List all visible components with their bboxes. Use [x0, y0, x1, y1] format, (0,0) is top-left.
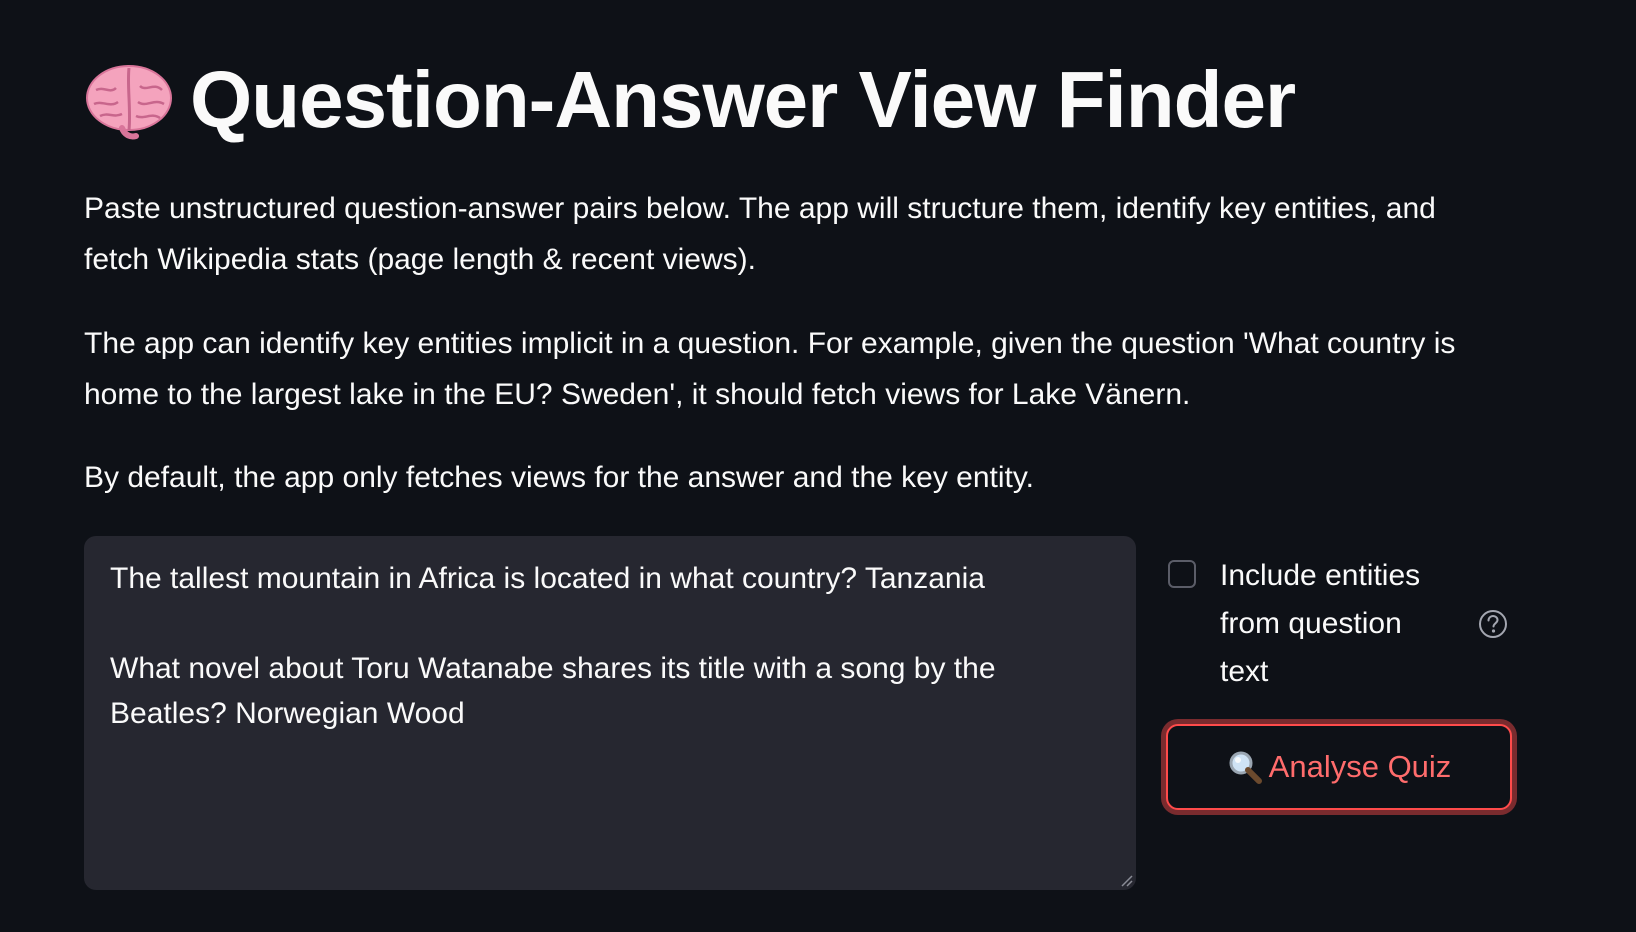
include-entities-checkbox[interactable] [1168, 560, 1196, 588]
page-title: Question-Answer View Finder [84, 52, 1296, 148]
description-paragraph-1: Paste unstructured question-answer pairs… [84, 192, 1436, 276]
description-paragraph-3: By default, the app only fetches views f… [84, 461, 1034, 494]
quiz-text-input[interactable]: The tallest mountain in Africa is locate… [110, 556, 1110, 866]
question-circle-icon[interactable] [1477, 608, 1509, 640]
analyse-quiz-button[interactable]: Analyse Quiz [1166, 724, 1512, 810]
resize-handle-icon[interactable] [1119, 873, 1133, 887]
page-title-text: Question-Answer View Finder [190, 55, 1296, 144]
analyse-quiz-label: Analyse Quiz [1268, 749, 1452, 784]
quiz-text-area[interactable]: The tallest mountain in Africa is locate… [84, 536, 1136, 890]
magnifying-glass-icon [1227, 749, 1263, 785]
brain-icon [84, 60, 174, 140]
description-paragraph-2: The app can identify key entities implic… [84, 327, 1456, 411]
include-entities-label[interactable]: Include entities from question text [1220, 552, 1450, 696]
